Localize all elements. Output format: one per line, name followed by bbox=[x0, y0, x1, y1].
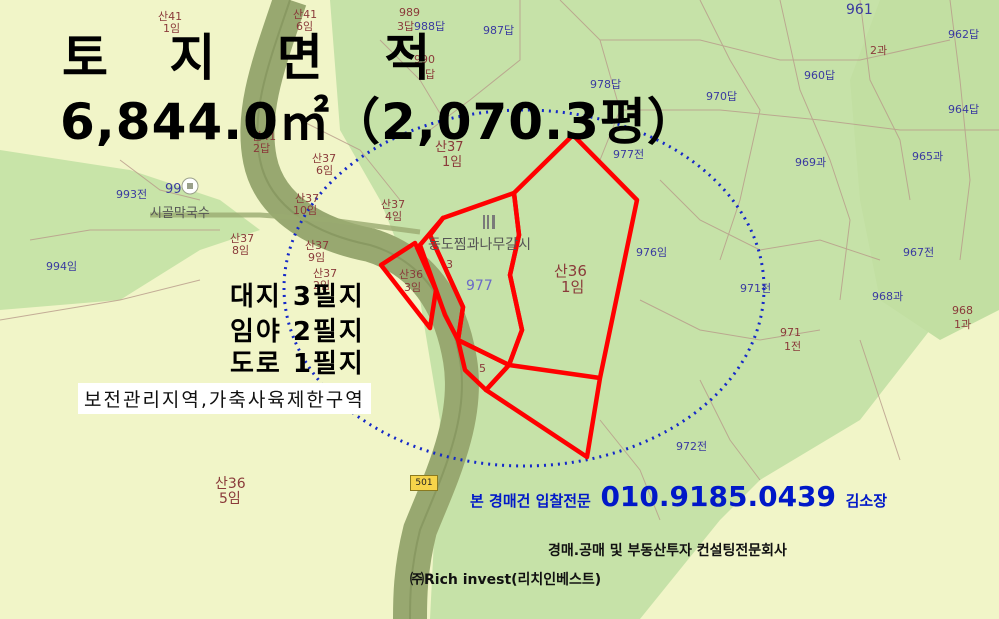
parcel-label: 994임 bbox=[46, 260, 78, 273]
contact-line: 본 경매건 입찰전문 010.9185.0439 김소장 bbox=[470, 480, 887, 513]
contact-name: 김소장 bbox=[845, 492, 888, 510]
parcel-label: 962답 bbox=[948, 28, 980, 41]
parcel-label: 977 bbox=[466, 278, 493, 294]
parcel-label: 1임 bbox=[561, 278, 585, 296]
parcel-label: 971전 bbox=[740, 282, 772, 295]
company-description: 경매.공매 및 부동산투자 컨설팅전문회사 bbox=[548, 543, 787, 559]
count-doro: 도로 1필지 bbox=[230, 349, 365, 379]
parcel-label: 5임 bbox=[219, 491, 241, 507]
contact-phone: 010.9185.0439 bbox=[600, 480, 837, 513]
parcel-label: 964답 bbox=[948, 103, 980, 116]
parcel-label: 6임 bbox=[316, 164, 334, 177]
parcel-label: 960답 bbox=[804, 69, 836, 82]
parcel-label: 3임 bbox=[404, 281, 422, 294]
parcel-label: 8임 bbox=[232, 244, 250, 257]
parcel-label: 5 bbox=[479, 362, 486, 375]
road-number-sign: 501 bbox=[410, 475, 438, 491]
parcel-label: 987답 bbox=[483, 24, 515, 37]
parcel-label: 970답 bbox=[706, 90, 738, 103]
parcel-label: 965과 bbox=[912, 150, 944, 163]
parcel-label: 993전 bbox=[116, 188, 148, 201]
contact-lead: 본 경매건 입찰전문 bbox=[470, 492, 591, 510]
page-title: 토 지 면 적 bbox=[62, 29, 453, 87]
parcel-label: 967전 bbox=[903, 246, 935, 259]
parcel-label: 972전 bbox=[676, 440, 708, 453]
parcel-label: 1전 bbox=[784, 340, 802, 353]
parcel-label: 976임 bbox=[636, 246, 668, 259]
noodle-shop-icon bbox=[181, 177, 199, 195]
parcel-label: 4임 bbox=[385, 210, 403, 223]
land-area: 6,844.0㎡（2,070.3평） bbox=[60, 93, 698, 151]
parcel-label: 961 bbox=[846, 2, 873, 18]
parcel-label: 2과 bbox=[870, 44, 888, 57]
parcel-label: 968과 bbox=[872, 290, 904, 303]
parcel-label: 9임 bbox=[308, 251, 326, 264]
company-name: ㈜Rich invest(리치인베스트) bbox=[410, 572, 602, 588]
restaurant-label: 동도찜과나무갈시 bbox=[428, 237, 532, 253]
count-daeji: 대지 3필지 bbox=[230, 282, 365, 312]
parcel-label: 99 bbox=[165, 182, 182, 197]
parcel-label: 1과 bbox=[954, 318, 972, 331]
parcel-label: 969과 bbox=[795, 156, 827, 169]
parcel-label: 3 bbox=[446, 258, 453, 271]
zone-label: 보전관리지역,가축사육제한구역 bbox=[78, 383, 371, 414]
noodle-shop-label: 시골막국수 bbox=[150, 206, 210, 221]
parcel-label: 10임 bbox=[293, 204, 318, 217]
restaurant-icon bbox=[483, 215, 495, 229]
